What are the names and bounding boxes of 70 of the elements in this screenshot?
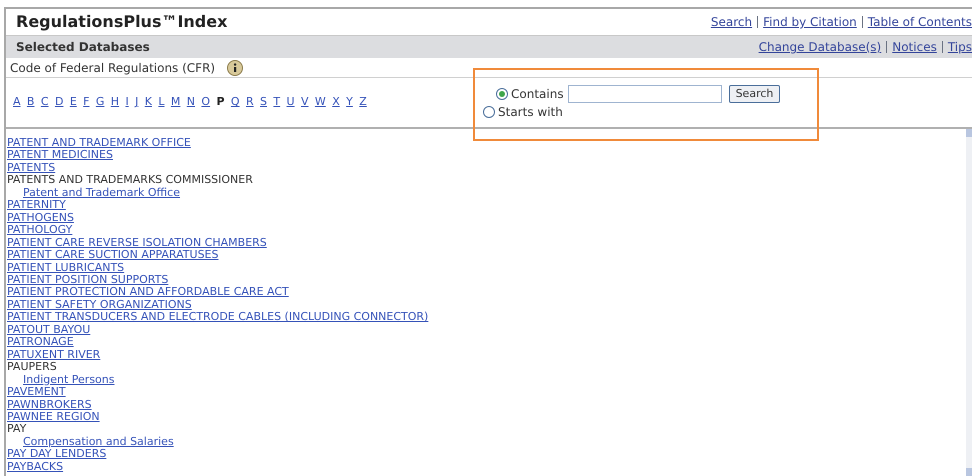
letter-link[interactable]: W (314, 94, 326, 111)
letter-link[interactable]: S (260, 94, 268, 111)
letter-link[interactable]: C (40, 94, 49, 111)
letter-link[interactable]: P (216, 94, 225, 111)
index-link[interactable]: PATENT MEDICINES (7, 148, 113, 162)
index-link[interactable]: PATHOGENS (7, 210, 74, 224)
scrollbar[interactable] (966, 129, 972, 476)
index-link[interactable]: PATHOLOGY (7, 223, 72, 236)
nav-link[interactable]: Table of Contents (868, 13, 972, 31)
index-link[interactable]: PATUXENT RIVER (7, 348, 100, 361)
letter-link[interactable]: X (332, 94, 340, 111)
letter-link[interactable]: J (135, 94, 138, 111)
index-link[interactable]: PATIENT TRANSDUCERS AND ELECTRODE CABLES (INCLUDING CONNECTOR) (7, 310, 428, 324)
letter-link[interactable]: M (170, 94, 180, 111)
nav-link[interactable]: Find by Citation (763, 13, 857, 31)
index-link[interactable]: Patent and Trademark Office (23, 186, 180, 199)
letter-link[interactable]: Q (230, 94, 240, 111)
index-heading: PAY (7, 422, 26, 436)
index-link[interactable]: PATERNITY (7, 198, 66, 212)
radio-button[interactable] (496, 88, 508, 100)
section-title: Selected Databases (16, 39, 150, 56)
letter-link[interactable]: Z (359, 94, 367, 111)
letter-link[interactable]: G (96, 94, 104, 111)
index-link[interactable]: PAY DAY LENDERS (7, 447, 106, 460)
page-title: RegulationsPlus™Index (16, 11, 228, 33)
radio-label: Contains (511, 86, 564, 103)
index-link[interactable]: PATENTS (7, 160, 56, 174)
index-link[interactable]: PATIENT LUBRICANTS (7, 260, 124, 274)
letter-link[interactable]: O (201, 94, 210, 111)
search-button[interactable]: Search (728, 85, 780, 103)
index-heading: PAUPERS (7, 360, 57, 374)
nav-link[interactable]: Search (710, 13, 752, 31)
index-link[interactable]: PAWNBROKERS (7, 398, 92, 411)
index-link[interactable]: PATIENT SAFETY ORGANIZATIONS (7, 298, 192, 311)
letter-link[interactable]: R (246, 94, 254, 111)
index-heading: PATENTS AND TRADEMARKS COMMISSIONER (7, 173, 253, 186)
index-link[interactable]: PATOUT BAYOU (7, 322, 90, 336)
index-link[interactable]: Compensation and Salaries (23, 434, 174, 448)
nav-link[interactable]: Change Database(s) (758, 38, 882, 56)
index-link[interactable]: PATENT AND TRADEMARK OFFICE (7, 136, 191, 149)
letter-link[interactable]: B (26, 94, 34, 111)
letter-link[interactable]: E (70, 94, 77, 111)
letter-link[interactable]: V (300, 94, 309, 111)
radio-label: Starts with (498, 104, 563, 121)
letter-link[interactable]: A (13, 94, 21, 111)
index-link[interactable]: PATIENT CARE REVERSE ISOLATION CHAMBERS (7, 236, 267, 249)
letter-link[interactable]: I (125, 94, 129, 111)
nav-link[interactable]: Notices (892, 38, 937, 56)
index-link[interactable]: PATIENT POSITION SUPPORTS (7, 272, 168, 286)
letter-link[interactable]: K (144, 94, 152, 111)
letter-link[interactable]: D (54, 94, 64, 111)
index-link[interactable]: PAYBACKS (7, 460, 64, 473)
letter-link[interactable]: F (83, 94, 90, 111)
database-name: Code of Federal Regulations (CFR) (10, 60, 216, 76)
letter-link[interactable]: L (158, 94, 164, 111)
index-link[interactable]: Indigent Persons (23, 372, 114, 386)
radio-button[interactable] (483, 106, 495, 118)
letter-link[interactable]: N (186, 94, 196, 111)
letter-link[interactable]: U (286, 94, 295, 111)
index-link[interactable]: PATIENT PROTECTION AND AFFORDABLE CARE ACT (7, 285, 289, 298)
letter-link[interactable]: H (110, 94, 120, 111)
index-link[interactable]: PAVEMENT (7, 385, 66, 398)
search-field[interactable] (568, 85, 722, 103)
index-link[interactable]: PATRONAGE (7, 335, 74, 348)
info-icon[interactable] (227, 60, 244, 76)
letter-link[interactable]: Y (346, 94, 353, 111)
index-link[interactable]: PAWNEE REGION (7, 410, 100, 423)
letter-link[interactable]: T (273, 94, 280, 111)
index-link[interactable]: PATIENT CARE SUCTION APPARATUSES (7, 248, 218, 262)
nav-link[interactable]: Tips (948, 38, 972, 56)
